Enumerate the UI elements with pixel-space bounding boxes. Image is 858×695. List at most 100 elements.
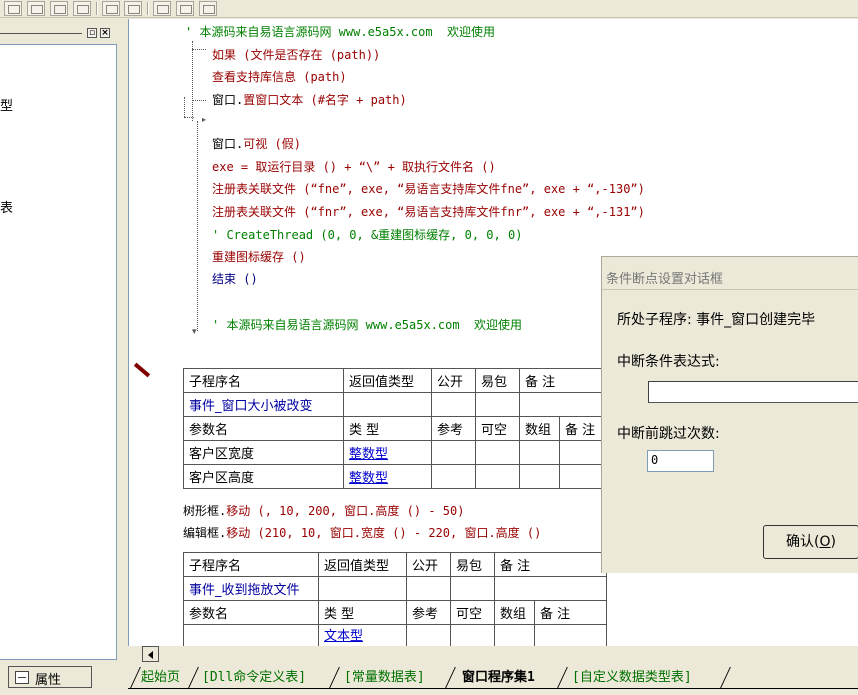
tab-window-assembly[interactable]: 窗口程序集1 (462, 668, 535, 688)
param-name[interactable]: 客户区宽度 (183, 440, 344, 465)
tree-item[interactable]: 型 (0, 95, 13, 114)
code-text: () - 220, 窗口. (384, 526, 496, 540)
keyword: 宽度 (360, 526, 385, 540)
code-line[interactable]: 树形框.移动 (, 10, 200, 窗口.高度 () - 50) (183, 503, 464, 520)
col-header: 易包 (450, 552, 495, 577)
easy-pkg-cell[interactable] (450, 576, 495, 601)
param-name[interactable] (183, 624, 319, 649)
easy-pkg-cell[interactable] (475, 392, 520, 417)
keyword: 置窗口文本 (243, 93, 304, 107)
public-cell[interactable] (431, 392, 476, 417)
subroutine-label: 所处子程序: 事件_窗口创建完毕 (617, 312, 816, 328)
center-form-icon[interactable] (199, 1, 217, 16)
col-header: 子程序名 (183, 552, 319, 577)
scroll-left-icon[interactable] (142, 646, 159, 662)
param-type[interactable]: 整数型 (343, 440, 432, 465)
horizontal-scrollbar[interactable] (128, 646, 858, 663)
code-comment[interactable]: ' CreateThread (0, 0, &重建图标缓存, 0, 0, 0) (212, 227, 522, 244)
col-header: 返回值类型 (343, 368, 432, 393)
align-center-icon[interactable] (27, 1, 45, 16)
keyword: 高度 (375, 504, 400, 518)
col-header: 备 注 (519, 368, 607, 393)
nullable-cell[interactable] (475, 464, 520, 489)
return-type-cell[interactable] (318, 576, 407, 601)
param-header: 参数名 (183, 600, 319, 625)
flow-line (192, 41, 193, 121)
code-line[interactable]: 注册表关联文件 (“fne”, exe, “易语言支持库文件fne”, exe … (212, 181, 645, 198)
same-height-icon[interactable] (124, 1, 142, 16)
flow-line (197, 121, 198, 331)
param-header: 备 注 (534, 600, 607, 625)
col-header: 公开 (406, 552, 451, 577)
param-header: 可空 (475, 416, 520, 441)
return-type-cell[interactable] (343, 392, 432, 417)
tab-start-page[interactable]: 起始页 (141, 668, 180, 688)
toolbar (0, 0, 858, 18)
param-header: 参考 (431, 416, 476, 441)
ref-cell[interactable] (431, 464, 476, 489)
array-cell[interactable] (519, 440, 560, 465)
remark-cell[interactable] (494, 576, 607, 601)
subroutine-name[interactable]: 事件_收到拖放文件 (183, 576, 319, 601)
code-line[interactable]: exe = 取运行目录 () + “\” + 取执行文件名 () (212, 159, 496, 176)
code-line[interactable]: 窗口.置窗口文本 (#名字 + path) (212, 92, 407, 109)
col-header: 子程序名 (183, 368, 344, 393)
code-line[interactable]: 注册表关联文件 (“fnr”, exe, “易语言支持库文件fnr”, exe … (212, 204, 645, 221)
nullable-cell[interactable] (475, 440, 520, 465)
tree-item[interactable]: 表 (0, 197, 13, 216)
code-comment[interactable]: ' 本源码来自易语言源码网 www.e5a5x.com 欢迎使用 (212, 317, 522, 334)
subroutine-table: 子程序名 返回值类型 公开 易包 备 注 事件_窗口大小被改变 参数名 类 型 … (183, 368, 607, 489)
code-comment[interactable]: ' 本源码来自易语言源码网 www.e5a5x.com 欢迎使用 (185, 24, 495, 41)
properties-tab[interactable]: 属性 (8, 666, 92, 688)
remark-cell[interactable] (559, 440, 607, 465)
tab-dll-commands[interactable]: [Dll命令定义表] (202, 668, 306, 688)
minimize-icon[interactable]: ▫ (87, 28, 97, 38)
code-text: 树形框. (183, 504, 227, 518)
param-header: 数组 (494, 600, 535, 625)
align-top-icon[interactable] (50, 1, 68, 16)
param-type[interactable]: 整数型 (343, 464, 432, 489)
remark-cell[interactable] (534, 624, 607, 649)
array-cell[interactable] (519, 464, 560, 489)
remark-cell[interactable] (559, 464, 607, 489)
tab-constants[interactable]: [常量数据表] (344, 668, 425, 688)
condition-input[interactable] (648, 381, 858, 403)
param-type[interactable]: 文本型 (318, 624, 407, 649)
dialog-title: 条件断点设置对话框 (606, 272, 724, 287)
flow-line (184, 117, 194, 118)
same-width-icon[interactable] (102, 1, 120, 16)
ref-cell[interactable] (406, 624, 451, 649)
h-space-icon[interactable] (153, 1, 171, 16)
col-header: 易包 (475, 368, 520, 393)
close-icon[interactable]: × (100, 28, 110, 38)
code-line[interactable]: 如果 (文件是否存在 (path)) (212, 47, 380, 64)
code-line[interactable]: 窗口.可视 (假) (212, 136, 301, 153)
array-cell[interactable] (494, 624, 535, 649)
code-line[interactable]: 重建图标缓存 () (212, 249, 306, 266)
ok-button[interactable]: 确认(O) (763, 525, 858, 559)
skip-count-input[interactable]: 0 (647, 450, 714, 472)
code-text: (#名字 + path) (303, 93, 407, 107)
editor-gutter (129, 19, 179, 646)
tab-custom-types[interactable]: [自定义数据类型表] (572, 668, 692, 688)
code-line[interactable]: 编辑框.移动 (210, 10, 窗口.宽度 () - 220, 窗口.高度 (… (183, 525, 541, 542)
align-left-icon[interactable] (4, 1, 22, 16)
public-cell[interactable] (406, 576, 451, 601)
subroutine-name[interactable]: 事件_窗口大小被改变 (183, 392, 344, 417)
remark-cell[interactable] (519, 392, 607, 417)
param-header: 可空 (450, 600, 495, 625)
nullable-cell[interactable] (450, 624, 495, 649)
ok-label: 确认( (786, 534, 820, 550)
ref-cell[interactable] (431, 440, 476, 465)
v-space-icon[interactable] (176, 1, 194, 16)
code-line[interactable]: 查看支持库信息 (path) (212, 69, 347, 86)
align-bottom-icon[interactable] (73, 1, 91, 16)
code-text: 窗口. (212, 93, 244, 107)
flow-line (184, 97, 185, 117)
col-header: 备 注 (494, 552, 607, 577)
keyword: 可视 (243, 137, 268, 151)
param-name[interactable]: 客户区高度 (183, 464, 344, 489)
arrow-down-icon: ▾ (192, 327, 197, 337)
program-tree[interactable]: 型 表 (0, 44, 117, 660)
code-line[interactable]: 结束 () (212, 271, 258, 288)
